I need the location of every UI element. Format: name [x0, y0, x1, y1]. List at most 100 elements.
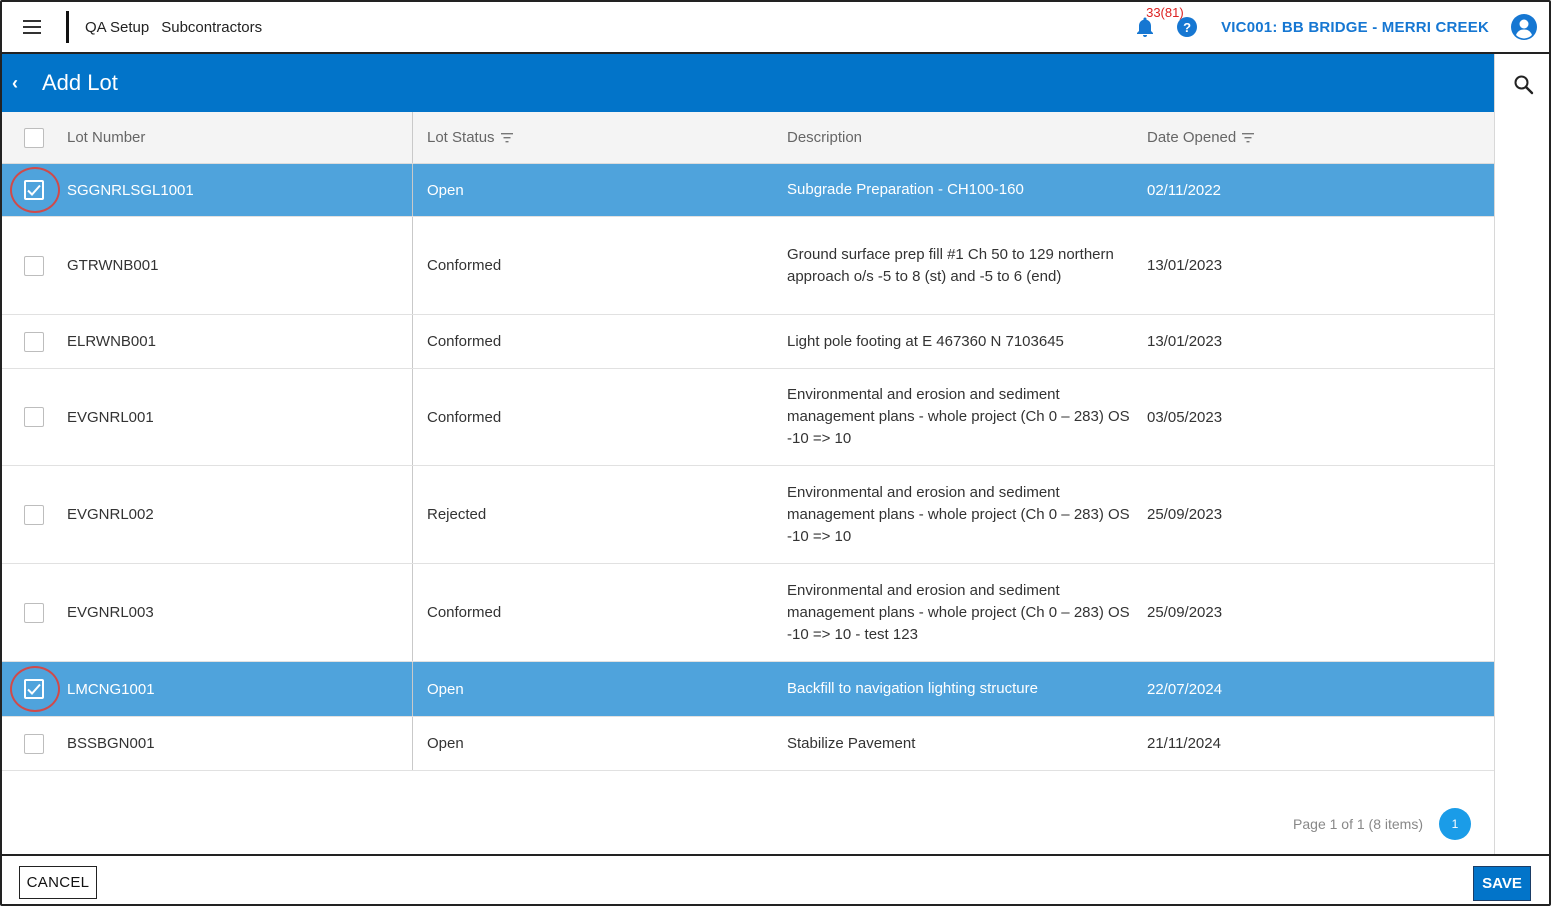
lot-status-cell: Open [427, 181, 464, 199]
table-row[interactable]: LMCNG1001 Open Backfill to navigation ligh… [2, 662, 1494, 717]
check-icon [26, 683, 41, 695]
notifications-button[interactable]: 33(81) [1133, 5, 1184, 39]
description-cell: Subgrade Preparation - CH100-160 [787, 181, 1024, 198]
table-row[interactable]: GTRWNB001 Conformed Ground surface prep fi… [2, 217, 1494, 315]
row-checkbox[interactable] [23, 602, 44, 623]
table-row[interactable]: ELRWNB001 Conformed Light pole footing at … [2, 315, 1494, 369]
top-bar-actions: 33(81) ? VIC001: BB BRIDGE - MERRI CREEK [1133, 2, 1549, 53]
column-header-label: Description [787, 128, 863, 146]
check-icon [26, 184, 41, 196]
row-select-cell [2, 255, 65, 276]
lot-status-cell: Conformed [427, 408, 502, 426]
back-chevron-icon[interactable]: ‹ [12, 73, 28, 94]
column-header-lot-status[interactable]: Lot Status [412, 129, 772, 146]
column-divider [412, 112, 413, 163]
description-cell: Backfill to navigation lighting structur… [787, 680, 1038, 697]
table-row[interactable]: EVGNRL003 Conformed Environmental and eros… [2, 564, 1494, 662]
table-row[interactable]: SGGNRLSGL1001 Open Subgrade Preparation - … [2, 164, 1494, 217]
description-cell: Environmental and erosion and sediment m… [787, 386, 1130, 447]
lot-number-cell: GTRWNB001 [67, 257, 159, 274]
lot-number-cell: SGGNRLSGL1001 [67, 181, 194, 199]
app-window: QA Setup Subcontractors 33(81) ? VIC001:… [0, 0, 1551, 906]
row-select-cell [2, 504, 65, 525]
table-header: Lot Number Lot Status Description Date O… [2, 112, 1494, 164]
row-checkbox[interactable] [23, 180, 44, 200]
row-select-cell [2, 602, 65, 623]
pager: Page 1 of 1 (8 items) 1 [1293, 808, 1471, 840]
row-checkbox[interactable] [23, 679, 44, 699]
row-select-cell [2, 407, 65, 427]
select-all-checkbox[interactable] [23, 127, 44, 148]
row-checkbox[interactable] [23, 504, 44, 525]
user-avatar-icon[interactable] [1511, 14, 1537, 40]
row-checkbox[interactable] [23, 255, 44, 276]
lot-number-cell: EVGNRL003 [67, 604, 154, 621]
filter-icon[interactable] [1242, 132, 1255, 143]
side-panel [1494, 54, 1549, 854]
date-opened-cell: 13/01/2023 [1147, 257, 1223, 274]
column-header-label: Date Opened [1147, 129, 1237, 146]
hamburger-menu-button[interactable] [2, 2, 62, 53]
description-cell: Environmental and erosion and sediment m… [787, 581, 1130, 643]
table-row[interactable]: BSSBGN001 Open Stabilize Pavement 21/11/202… [2, 717, 1494, 771]
column-divider [412, 217, 413, 314]
row-select-cell [2, 331, 65, 352]
description-cell: Environmental and erosion and sediment m… [787, 483, 1130, 545]
lot-number-cell: ELRWNB001 [67, 333, 156, 350]
table-body: SGGNRLSGL1001 Open Subgrade Preparation - … [2, 164, 1494, 771]
help-icon: ? [1183, 19, 1192, 35]
column-divider [412, 564, 413, 661]
lot-status-cell: Conformed [427, 333, 502, 350]
column-divider [412, 662, 413, 716]
table-row[interactable]: EVGNRL001 Conformed Environmental and eros… [2, 369, 1494, 466]
row-checkbox[interactable] [23, 733, 44, 754]
page-title: Add Lot [42, 70, 118, 95]
column-header-date-opened[interactable]: Date Opened [1132, 129, 1492, 146]
column-header-label: Lot Status [427, 129, 495, 146]
filter-icon[interactable] [500, 132, 513, 143]
column-divider [412, 315, 413, 368]
date-opened-cell: 25/09/2023 [1147, 506, 1223, 523]
column-header-description[interactable]: Description [772, 127, 1132, 149]
lot-status-cell: Conformed [427, 257, 502, 274]
date-opened-cell: 25/09/2023 [1147, 604, 1223, 621]
lot-number-cell: EVGNRL001 [67, 408, 154, 426]
notification-count: 33(81) [1146, 5, 1184, 20]
lot-number-cell: LMCNG1001 [67, 680, 155, 698]
top-bar: QA Setup Subcontractors 33(81) ? VIC001:… [2, 2, 1549, 54]
lot-table: Lot Number Lot Status Description Date O… [2, 112, 1494, 771]
column-divider [412, 164, 413, 216]
row-select-cell [2, 167, 65, 213]
menu-icon [23, 20, 41, 34]
breadcrumb-qa-setup[interactable]: QA Setup [85, 19, 149, 36]
project-selector[interactable]: VIC001: BB BRIDGE - MERRI CREEK [1221, 19, 1489, 36]
save-button[interactable]: SAVE [1473, 866, 1531, 901]
table-row[interactable]: EVGNRL002 Rejected Environmental and erosi… [2, 466, 1494, 564]
lot-status-cell: Open [427, 735, 464, 752]
column-divider [412, 369, 413, 465]
row-checkbox[interactable] [23, 407, 44, 427]
column-header-label: Lot Number [67, 129, 146, 146]
column-divider [412, 717, 413, 770]
lot-number-cell: EVGNRL002 [67, 506, 154, 523]
cancel-button[interactable]: CANCEL [19, 866, 97, 899]
description-cell: Ground surface prep fill #1 Ch 50 to 129… [787, 245, 1114, 285]
date-opened-cell: 03/05/2023 [1147, 408, 1223, 426]
row-checkbox[interactable] [23, 331, 44, 352]
lot-number-cell: BSSBGN001 [67, 735, 155, 752]
search-icon[interactable] [1513, 74, 1535, 96]
date-opened-cell: 21/11/2024 [1147, 735, 1221, 752]
row-select-cell [2, 666, 65, 712]
row-select-cell [2, 733, 65, 754]
page-header: ‹ Add Lot [2, 54, 1494, 112]
help-button[interactable]: ? [1177, 17, 1198, 37]
column-header-lot-number[interactable]: Lot Number [65, 129, 412, 146]
lot-status-cell: Conformed [427, 604, 502, 621]
breadcrumb-subcontractors[interactable]: Subcontractors [161, 19, 262, 36]
column-divider [412, 466, 413, 563]
page-1-button[interactable]: 1 [1439, 808, 1471, 840]
pager-info: Page 1 of 1 (8 items) [1293, 816, 1423, 832]
date-opened-cell: 22/07/2024 [1147, 680, 1223, 698]
description-cell: Light pole footing at E 467360 N 7103645 [787, 332, 1064, 350]
lot-status-cell: Open [427, 680, 464, 698]
